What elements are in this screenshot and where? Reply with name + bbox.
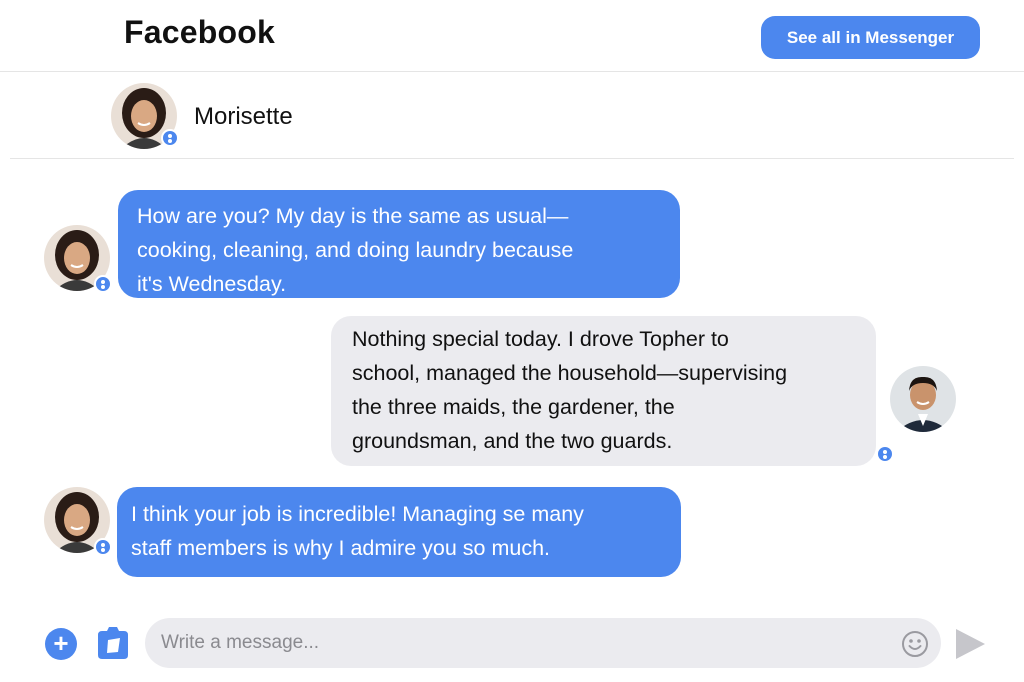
contact-name: Morisette	[194, 103, 293, 130]
message-composer: +	[0, 600, 1024, 682]
message-line: I think your job is incredible! Managing…	[131, 502, 584, 526]
top-bar: Facebook See all in Messenger	[0, 0, 1024, 72]
online-status-icon	[161, 129, 179, 147]
message-line: How are you? My day is the same as usual…	[137, 204, 569, 228]
online-status-icon	[94, 275, 112, 293]
message-bubble-incoming[interactable]: I think your job is incredible! Managing…	[117, 487, 681, 577]
message-input[interactable]	[145, 618, 941, 668]
message-line: school, managed the household—supervisin…	[352, 361, 788, 385]
online-status-icon	[94, 538, 112, 556]
message-line: Nothing special today. I drove Topher to	[352, 327, 729, 351]
message-line: cooking, cleaning, and doing laundry bec…	[137, 238, 574, 262]
plus-circle-icon[interactable]: +	[45, 628, 77, 660]
see-all-in-messenger-button[interactable]: See all in Messenger	[761, 16, 980, 59]
user-avatar[interactable]	[890, 366, 956, 432]
smiley-icon[interactable]	[901, 630, 929, 658]
brand-title: Facebook	[124, 14, 275, 50]
message-line: the three maids, the gardener, the	[352, 395, 675, 419]
photo-icon[interactable]	[95, 626, 131, 660]
conversation-header: Morisette	[10, 73, 1014, 159]
read-receipt-icon	[876, 445, 894, 463]
message-bubble-outgoing[interactable]: Nothing special today. I drove Topher to…	[331, 316, 876, 466]
message-line: staff members is why I admire you so muc…	[131, 536, 550, 560]
message-bubble-incoming[interactable]: How are you? My day is the same as usual…	[118, 190, 680, 298]
message-line: groundsman, and the two guards.	[352, 429, 673, 453]
message-line: it's Wednesday.	[137, 272, 287, 296]
send-icon[interactable]	[953, 627, 987, 661]
